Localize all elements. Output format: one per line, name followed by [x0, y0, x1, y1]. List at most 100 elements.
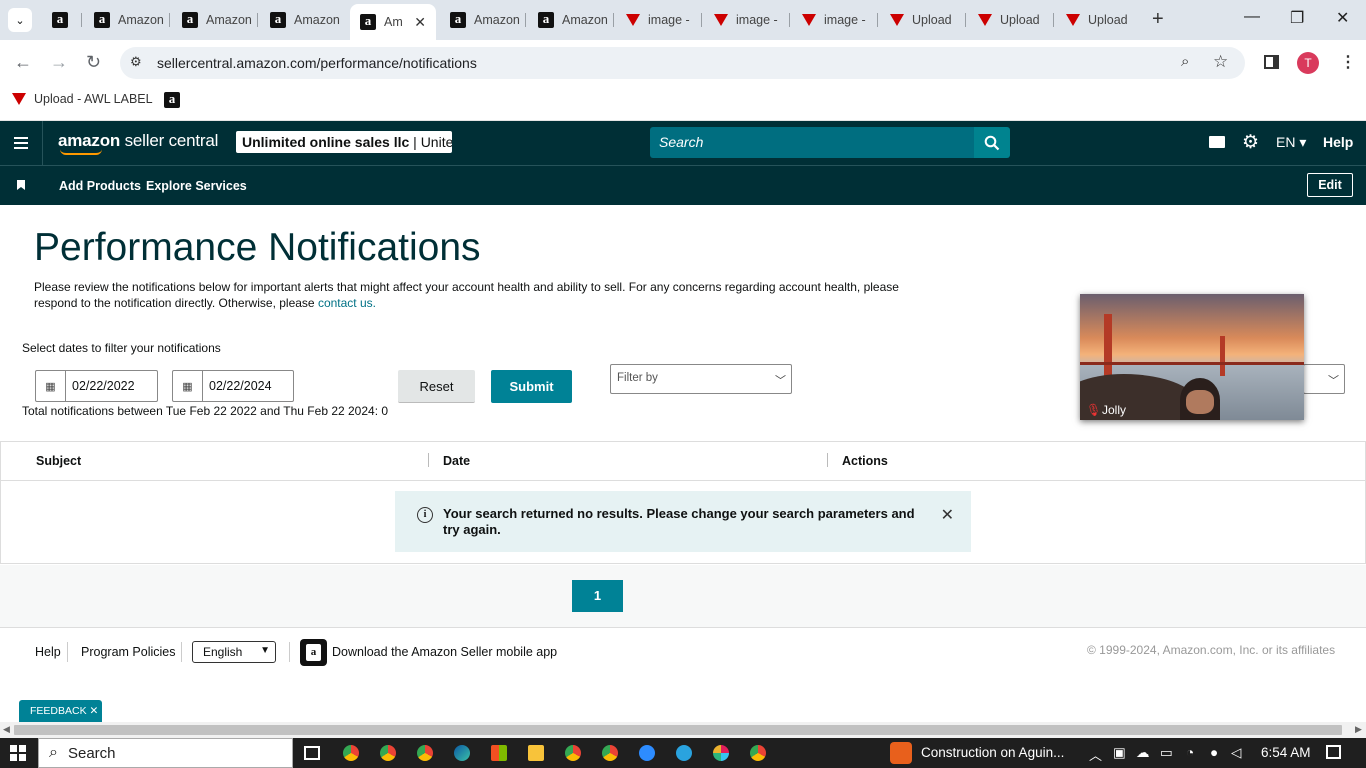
tray-chevron-icon[interactable]: ︿: [1089, 745, 1102, 764]
profile-avatar[interactable]: T: [1297, 52, 1319, 74]
notifications-icon[interactable]: [1326, 745, 1341, 759]
browser-tab[interactable]: Upload: [1056, 5, 1142, 35]
column-actions[interactable]: Actions: [842, 454, 888, 468]
bridge-tower: [1220, 336, 1225, 376]
search-button[interactable]: [974, 127, 1010, 158]
scrollbar-thumb[interactable]: [14, 725, 1342, 735]
scroll-right-icon[interactable]: ▶: [1355, 724, 1362, 735]
windows-start-icon[interactable]: [10, 745, 26, 761]
calendar-icon[interactable]: ▦: [173, 371, 203, 401]
browser-tab[interactable]: image -: [616, 5, 702, 35]
edge-icon[interactable]: [454, 745, 470, 761]
seller-app-icon[interactable]: a: [300, 639, 327, 666]
bookmark-item[interactable]: a: [164, 92, 188, 108]
site-info-icon[interactable]: ⚙: [130, 54, 142, 70]
browser-tab[interactable]: a Amazon: [528, 5, 614, 35]
date-filter-label: Select dates to filter your notification…: [22, 341, 221, 355]
footer-program-policies-link[interactable]: Program Policies: [81, 645, 175, 659]
browser-tab[interactable]: a Amazon: [84, 5, 170, 35]
awl-label-icon: [12, 93, 26, 105]
chrome-icon[interactable]: [380, 745, 396, 761]
back-arrow-icon[interactable]: ←: [14, 52, 32, 73]
scroll-left-icon[interactable]: ◀: [3, 724, 10, 735]
footer-help-link[interactable]: Help: [35, 645, 61, 659]
onedrive-icon[interactable]: ☁: [1136, 745, 1150, 761]
minimize-icon[interactable]: —: [1244, 8, 1260, 26]
close-window-icon[interactable]: ✕: [1336, 8, 1349, 28]
browser-menu-icon[interactable]: ⋮: [1340, 52, 1356, 72]
battery-icon[interactable]: ▭: [1160, 745, 1173, 761]
telegram-icon[interactable]: [676, 745, 692, 761]
footer-language-select[interactable]: English ▼: [192, 641, 276, 663]
task-view-icon[interactable]: [304, 746, 320, 760]
zoom-app-icon[interactable]: [639, 745, 655, 761]
awl-label-icon: [626, 14, 640, 26]
volume-icon[interactable]: ◁: [1231, 745, 1241, 761]
meet-now-icon[interactable]: ▣: [1113, 745, 1126, 761]
mail-icon[interactable]: [1209, 136, 1225, 148]
file-explorer-icon[interactable]: [528, 745, 544, 761]
browser-tab[interactable]: a Amazon: [172, 5, 258, 35]
account-switcher[interactable]: Unlimited online sales llc | Unite…: [236, 131, 452, 153]
new-tab-plus-icon[interactable]: +: [1152, 9, 1164, 29]
page-button-current[interactable]: 1: [572, 580, 623, 612]
seller-central-logo[interactable]: amazon seller central: [58, 131, 218, 151]
microphone-icon[interactable]: ●: [1210, 745, 1218, 760]
nav-add-products[interactable]: Add Products: [59, 179, 141, 193]
browser-tab[interactable]: a Amazon: [440, 5, 526, 35]
zoom-icon[interactable]: ⌕: [1181, 53, 1189, 70]
bookmark-star-icon[interactable]: ☆: [1213, 52, 1228, 72]
chrome-icon[interactable]: [602, 745, 618, 761]
reload-icon[interactable]: ↻: [86, 52, 101, 73]
language-selector[interactable]: EN ▾: [1276, 134, 1306, 151]
chrome-icon[interactable]: [343, 745, 359, 761]
side-panel-icon[interactable]: [1264, 55, 1279, 69]
close-icon[interactable]: ✕: [941, 505, 954, 525]
contact-us-link[interactable]: contact us.: [318, 296, 376, 310]
system-clock[interactable]: 6:54 AM: [1261, 745, 1311, 760]
column-date[interactable]: Date: [443, 454, 470, 468]
footer-divider: [181, 642, 182, 662]
tab-search-button[interactable]: ⌄: [8, 8, 32, 32]
settings-gear-icon[interactable]: ⚙: [1242, 131, 1259, 154]
browser-tab[interactable]: image -: [792, 5, 878, 35]
close-icon[interactable]: ✕: [90, 705, 99, 717]
search-input[interactable]: Search: [650, 127, 974, 158]
store-icon[interactable]: [491, 745, 507, 761]
download-app-link[interactable]: Download the Amazon Seller mobile app: [332, 645, 557, 659]
end-date-field[interactable]: ▦ 02/22/2024: [172, 370, 294, 402]
restore-icon[interactable]: ❐: [1290, 8, 1304, 28]
close-tab-icon[interactable]: ✕: [414, 14, 426, 31]
taskbar-search-box[interactable]: ⌕ Search: [38, 738, 293, 768]
nav-explore-services[interactable]: Explore Services: [146, 179, 247, 193]
copyright-text: © 1999-2024, Amazon.com, Inc. or its aff…: [1087, 643, 1336, 657]
participant-face: [1186, 390, 1214, 414]
forward-arrow-icon[interactable]: →: [50, 52, 68, 73]
browser-tab[interactable]: Upload: [880, 5, 966, 35]
reset-button[interactable]: Reset: [398, 370, 475, 403]
chrome-icon[interactable]: [565, 745, 581, 761]
browser-tab-active[interactable]: a Am ✕: [350, 4, 436, 40]
column-subject[interactable]: Subject: [36, 454, 81, 468]
wifi-icon[interactable]: ◔: [1186, 745, 1194, 760]
url-text[interactable]: sellercentral.amazon.com/performance/not…: [157, 55, 477, 71]
help-link[interactable]: Help: [1323, 134, 1353, 150]
browser-tab[interactable]: image -: [704, 5, 790, 35]
submit-button[interactable]: Submit: [491, 370, 572, 403]
bookmark-item[interactable]: Upload - AWL LABEL: [12, 92, 153, 106]
browser-tab[interactable]: a: [42, 5, 82, 35]
feedback-button[interactable]: FEEDBACK ✕: [19, 700, 102, 722]
hamburger-menu-icon[interactable]: [14, 137, 28, 152]
filter-by-dropdown[interactable]: Filter by: [610, 364, 792, 394]
chrome-icon[interactable]: [417, 745, 433, 761]
video-call-overlay[interactable]: 🎙 Jolly: [1080, 294, 1304, 420]
news-widget-text[interactable]: Construction on Aguin...: [921, 745, 1064, 760]
browser-tab[interactable]: Upload: [968, 5, 1054, 35]
traffic-news-icon[interactable]: [890, 742, 912, 764]
chrome-icon[interactable]: [750, 745, 766, 761]
edit-nav-button[interactable]: Edit: [1307, 173, 1353, 197]
slack-icon[interactable]: [713, 745, 729, 761]
start-date-field[interactable]: ▦ 02/22/2022: [35, 370, 158, 402]
browser-tab[interactable]: a Amazon: [260, 5, 346, 35]
calendar-icon[interactable]: ▦: [36, 371, 66, 401]
